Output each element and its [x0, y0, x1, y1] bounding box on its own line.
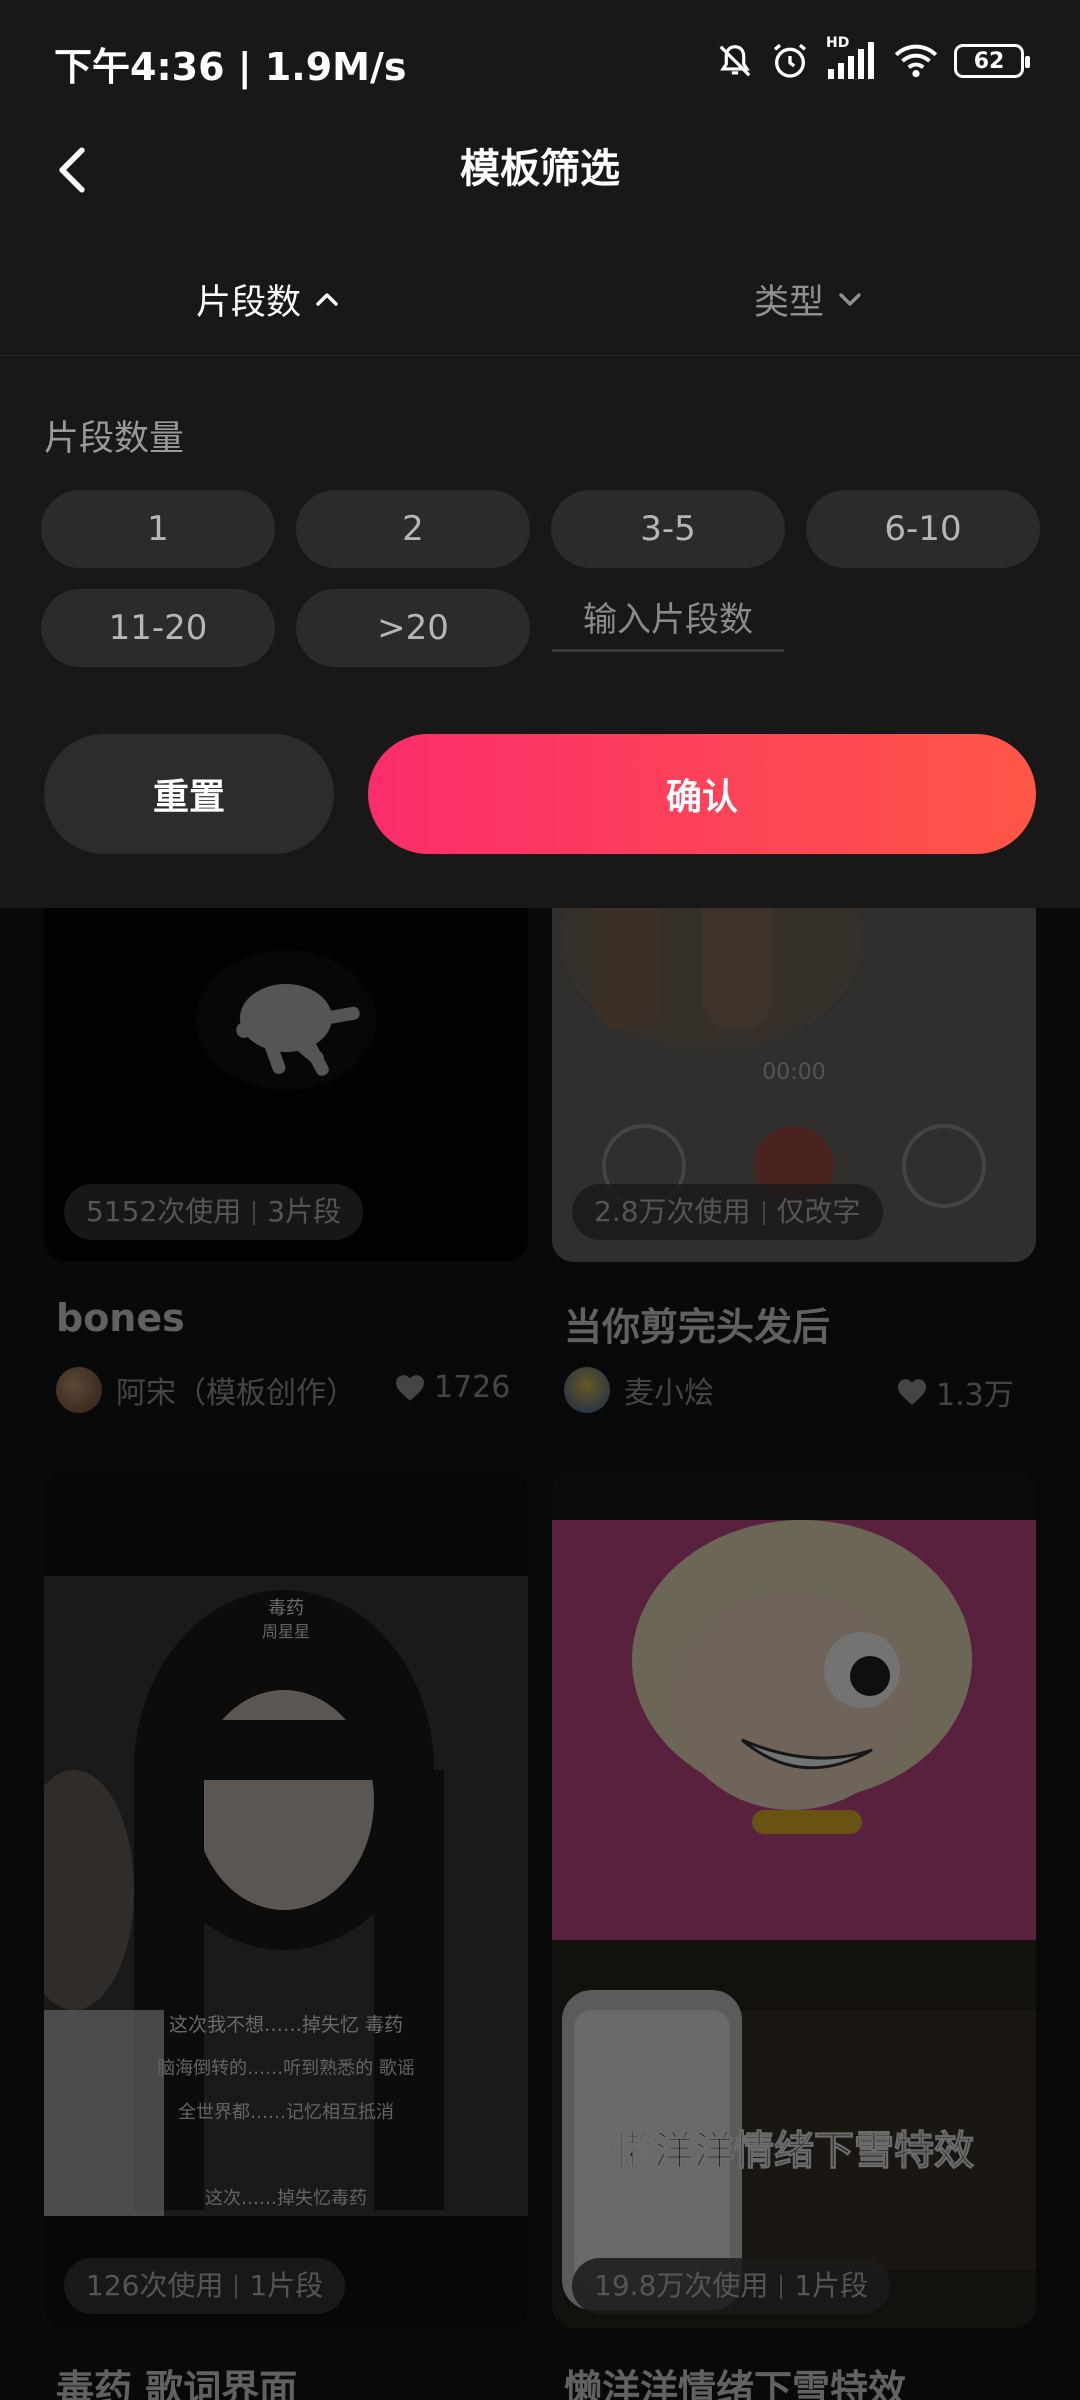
chip-11-20[interactable]: 11-20: [41, 589, 275, 667]
chip-6-10[interactable]: 6-10: [806, 490, 1040, 568]
thumb-caption: 懒洋洋情绪下雪特效: [614, 2128, 975, 2175]
template-card-1[interactable]: 5152次使用 3片段: [44, 850, 528, 1262]
template-title[interactable]: 懒洋洋情绪下雪特效: [564, 2358, 906, 2400]
author-avatar: [56, 1367, 102, 1413]
usage-pill: 126次使用 1片段: [64, 2258, 346, 2314]
lyric-line: 毒药: [268, 1598, 304, 1619]
pill-divider: [253, 1201, 256, 1225]
author-row[interactable]: 麦小烩: [564, 1366, 714, 1414]
section-label: 片段数量: [44, 419, 185, 459]
wifi-icon: [894, 44, 938, 78]
template-title[interactable]: 当你剪完头发后: [564, 1296, 830, 1351]
heart-icon: [898, 1379, 926, 1405]
tab-type[interactable]: 类型: [754, 274, 862, 324]
pill-divider: [235, 2275, 238, 2299]
chip-over-20[interactable]: >20: [296, 589, 530, 667]
lyric-line: 周星星: [261, 1622, 310, 1641]
screen: 5152次使用 3片段 bones 阿宋（模板创作） 1726 00:00 2.…: [0, 0, 1080, 2400]
lyric-line: 脑海倒转的……听到熟悉的 歌谣: [157, 2058, 415, 2079]
template-title[interactable]: bones: [56, 1296, 185, 1340]
page-title: 模板筛选: [460, 146, 620, 192]
chip-2[interactable]: 2: [296, 490, 530, 568]
segment-count-input[interactable]: [552, 590, 784, 652]
template-card-2[interactable]: 00:00 2.8万次使用 仅改字: [552, 850, 1036, 1262]
mute-bell-icon: [719, 45, 751, 77]
status-time: 下午4:36 | 1.9M/s: [54, 45, 407, 89]
usage-count: 126次使用: [86, 2269, 224, 2302]
chevron-down-icon: [839, 293, 861, 306]
battery-level: 62: [973, 48, 1005, 74]
call-timer: 00:00: [762, 1060, 826, 1085]
template-card-3[interactable]: 毒药 周星星 这次我不想……掉失忆 毒药 脑海倒转的……听到熟悉的 歌谣 全世界…: [44, 1470, 528, 2328]
like-count[interactable]: 1.3万: [896, 1370, 1014, 1414]
filter-tabs: 片段数 类型: [0, 224, 1080, 356]
tab-label: 片段数: [196, 282, 302, 323]
lyric-line: 全世界都……记忆相互抵消: [178, 2102, 394, 2123]
segment-count: 1片段: [249, 2269, 324, 2302]
heart-icon: [396, 1374, 424, 1401]
author-avatar: [564, 1367, 610, 1413]
tab-label: 类型: [754, 282, 825, 323]
status-bar: 下午4:36 | 1.9M/s HD 62: [0, 0, 1080, 124]
usage-pill: 19.8万次使用 1片段: [572, 2258, 891, 2314]
confirm-button[interactable]: 确认: [368, 734, 1036, 854]
usage-pill: 5152次使用 3片段: [64, 1184, 364, 1240]
pill-divider: [780, 2275, 783, 2299]
usage-count: 5152次使用: [86, 1195, 242, 1228]
like-count[interactable]: 1726: [394, 1370, 510, 1405]
cellular-signal-icon: HD: [826, 35, 878, 81]
template-title[interactable]: 毒药 歌词界面: [56, 2358, 297, 2400]
filter-panel: 片段数 类型 片段数量 1 2 3-5 6-10 11-20 >20 重置 确认: [0, 224, 1080, 908]
chip-1[interactable]: 1: [41, 490, 275, 568]
usage-count: 2.8万次使用: [594, 1195, 751, 1228]
segment-count: 3片段: [267, 1195, 342, 1228]
author-name: 阿宋（模板创作）: [116, 1376, 356, 1411]
author-name: 麦小烩: [624, 1376, 714, 1411]
battery-icon: 62: [954, 44, 1030, 78]
author-row[interactable]: 阿宋（模板创作）: [56, 1366, 356, 1414]
usage-count: 19.8万次使用: [594, 2269, 769, 2302]
chip-3-5[interactable]: 3-5: [551, 490, 785, 568]
reset-button[interactable]: 重置: [44, 734, 334, 854]
header: 模板筛选: [0, 124, 1080, 224]
lyric-line: 这次……掉失忆毒药: [205, 2188, 367, 2209]
template-card-4[interactable]: 懒洋洋情绪下雪特效 19.8万次使用 1片段: [552, 1470, 1036, 2328]
pill-divider: [762, 1201, 765, 1225]
likes-value: 1.3万: [936, 1378, 1014, 1413]
cartoon-sheep-photo: [552, 1470, 1036, 2328]
segment-count: 仅改字: [776, 1195, 861, 1228]
segment-count: 1片段: [794, 2269, 869, 2302]
tab-segment-count[interactable]: 片段数: [196, 274, 339, 324]
status-icons: HD 62: [716, 35, 1030, 84]
chevron-up-icon: [316, 293, 338, 306]
usage-pill: 2.8万次使用 仅改字: [572, 1184, 883, 1240]
alarm-icon: [773, 43, 807, 78]
likes-value: 1726: [434, 1370, 511, 1405]
lyric-line: 这次我不想……掉失忆 毒药: [168, 2014, 404, 2036]
